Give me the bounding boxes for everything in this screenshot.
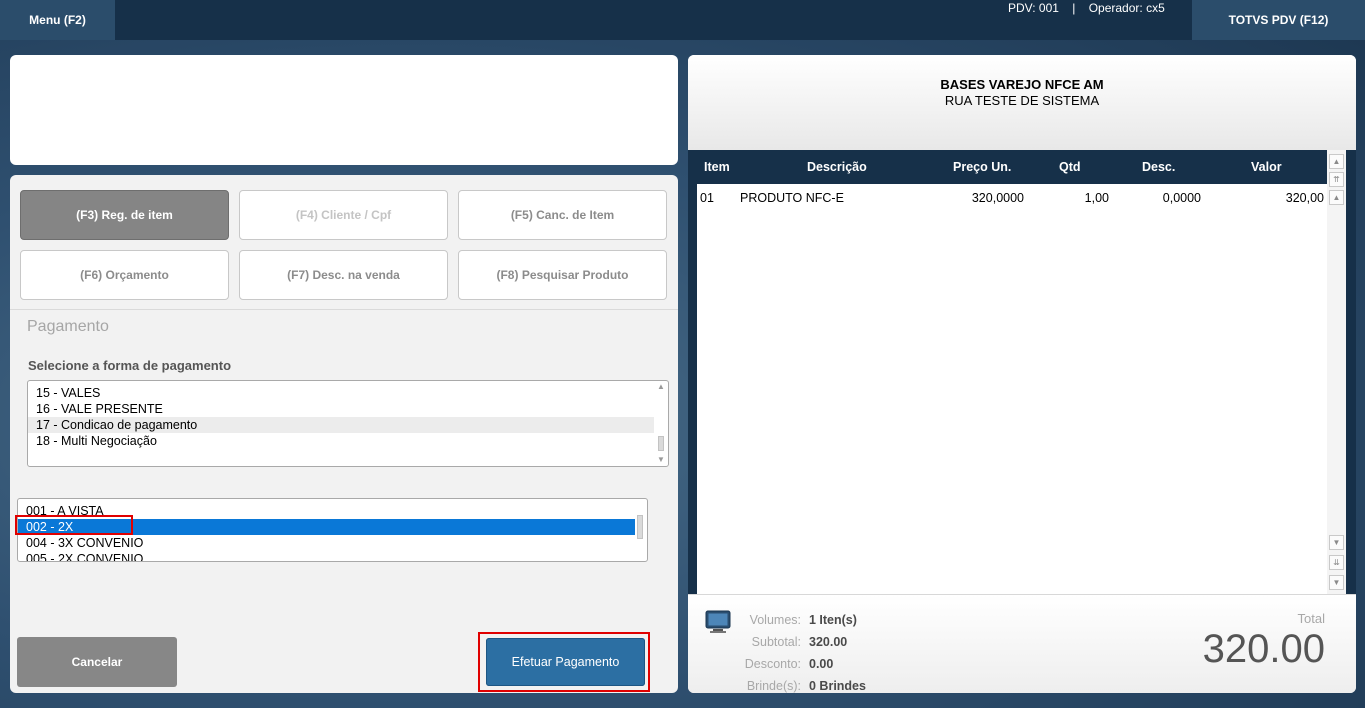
brindes-label: Brinde(s): [746, 679, 801, 693]
column-header: Preço Un. [953, 160, 1012, 174]
scrollbar[interactable]: ▲ ▼ [656, 383, 666, 464]
scroll-page-down-icon[interactable]: ⇊ [1329, 555, 1344, 570]
scrollbar-thumb[interactable] [637, 515, 643, 539]
cliente-cpf-button[interactable]: (F4) Cliente / Cpf [239, 190, 448, 240]
cancel-button[interactable]: Cancelar [17, 637, 177, 687]
summary-footer: Volumes: 1 Iten(s) Subtotal: 320.00 Desc… [688, 594, 1356, 693]
cell-qtd: 1,00 [1084, 191, 1109, 205]
receipt-panel: BASES VAREJO NFCE AM RUA TESTE DE SISTEM… [688, 55, 1356, 693]
cell-descricao: PRODUTO NFC-E [740, 191, 844, 205]
left-panel: (F3) Reg. de item (F4) Cliente / Cpf (F5… [10, 175, 678, 693]
scroll-page-up-icon[interactable]: ⇈ [1329, 172, 1344, 187]
cell-item: 01 [700, 191, 714, 205]
column-header: Desc. [1142, 160, 1176, 174]
table-border-left [688, 184, 697, 594]
list-item[interactable]: 001 - A VISTA [18, 503, 647, 519]
desconto-value: 0.00 [809, 657, 834, 671]
store-header: BASES VAREJO NFCE AM RUA TESTE DE SISTEM… [688, 55, 1356, 150]
table-border-right [1346, 184, 1356, 594]
scroll-up-icon[interactable]: ▲ [657, 383, 665, 391]
cell-valor: 320,00 [1285, 191, 1324, 205]
pay-button[interactable]: Efetuar Pagamento [486, 638, 645, 686]
scroll-bottom-icon[interactable]: ▼ [1329, 575, 1344, 590]
total-value: 320.00 [1202, 627, 1325, 671]
table-header: Item Descrição Preço Un. Qtd Desc. Valor [688, 150, 1356, 184]
payment-method-list[interactable]: 15 - VALES 16 - VALE PRESENTE 17 - Condi… [27, 380, 669, 467]
scroll-up-icon[interactable]: ▲ [1329, 190, 1344, 205]
canc-item-button[interactable]: (F5) Canc. de Item [458, 190, 667, 240]
orcamento-button[interactable]: (F6) Orçamento [20, 250, 229, 300]
desconto-label: Desconto: [744, 657, 801, 671]
menu-button[interactable]: Menu (F2) [0, 0, 115, 40]
list-item[interactable]: 16 - VALE PRESENTE [28, 401, 668, 417]
store-address: RUA TESTE DE SISTEMA [944, 93, 1100, 108]
volumes-value: 1 Iten(s) [809, 613, 857, 627]
table-body: 01 PRODUTO NFC-E 320,0000 1,00 0,0000 32… [697, 184, 1327, 594]
list-item[interactable]: 15 - VALES [28, 385, 668, 401]
display-panel [10, 55, 678, 165]
top-bar: Menu (F2) PDV: 001 | Operador: cx5 TOTVS… [0, 0, 1365, 40]
subtotal-label: Subtotal: [751, 635, 801, 649]
list-item[interactable]: 005 - 2X CONVENIO [18, 551, 647, 561]
list-item-selected[interactable]: 002 - 2X [18, 519, 635, 535]
scrollbar-thumb[interactable] [658, 436, 664, 451]
divider [10, 309, 678, 310]
column-header: Qtd [1059, 160, 1081, 174]
total-label: Total [1297, 611, 1325, 626]
list-item[interactable]: 004 - 3X CONVENIO [18, 535, 647, 551]
scroll-top-icon[interactable]: ▲ [1329, 154, 1344, 169]
column-header: Descrição [807, 160, 867, 174]
brindes-value: 0 Brindes [809, 679, 866, 693]
desc-venda-button[interactable]: (F7) Desc. na venda [239, 250, 448, 300]
payment-title: Pagamento [27, 318, 109, 335]
table-scrollbar[interactable]: ▲ ⇈ ▲ ▼ ⇊ ▼ [1327, 150, 1346, 594]
column-header: Valor [1251, 160, 1282, 174]
pesquisar-produto-button[interactable]: (F8) Pesquisar Produto [458, 250, 667, 300]
cell-desc: 0,0000 [1162, 191, 1201, 205]
totvs-pdv-button[interactable]: TOTVS PDV (F12) [1192, 0, 1365, 40]
payment-subtitle: Selecione a forma de pagamento [28, 358, 232, 373]
subtotal-value: 320.00 [809, 635, 848, 649]
list-item[interactable]: 18 - Multi Negociação [28, 433, 668, 449]
pdv-operator-info: PDV: 001 | Operador: cx5 [1008, 1, 1165, 15]
reg-item-button[interactable]: (F3) Reg. de item [20, 190, 229, 240]
volumes-label: Volumes: [749, 613, 801, 627]
scroll-down-icon[interactable]: ▼ [657, 456, 665, 464]
scroll-down-icon[interactable]: ▼ [1329, 535, 1344, 550]
store-name: BASES VAREJO NFCE AM [940, 77, 1104, 92]
list-item[interactable]: 17 - Condicao de pagamento [28, 417, 654, 433]
cell-preco: 320,0000 [971, 191, 1024, 205]
payment-condition-list[interactable]: 001 - A VISTA 002 - 2X 004 - 3X CONVENIO… [17, 498, 648, 562]
scrollbar[interactable] [635, 501, 645, 559]
column-header: Item [704, 160, 730, 174]
